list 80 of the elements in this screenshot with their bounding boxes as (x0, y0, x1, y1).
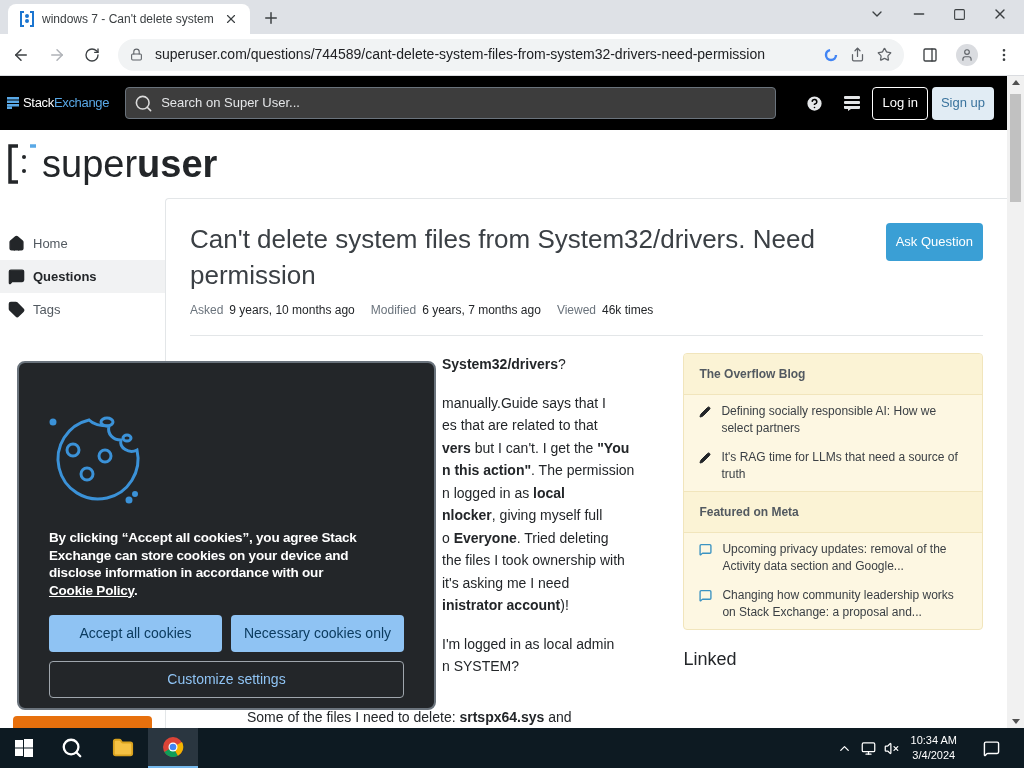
widget-link[interactable]: Changing how community leadership works on Stack Exchange: a proposal and... (722, 587, 967, 621)
inbox-icon[interactable] (843, 94, 862, 113)
restore-icon[interactable] (953, 7, 966, 21)
login-button[interactable]: Log in (872, 86, 928, 120)
nav-item[interactable]: Questions (0, 260, 165, 293)
body-text-line: es that are related to that (442, 416, 598, 435)
cookie-policy-link[interactable]: Cookie Policy (49, 582, 134, 598)
scrollbar[interactable] (1007, 76, 1024, 728)
help-icon[interactable] (805, 93, 825, 113)
widget-link[interactable]: Defining socially responsible AI: How we select partners (721, 403, 967, 437)
browser-tab[interactable]: windows 7 - Can't delete system (8, 4, 250, 34)
side-panel-icon[interactable] (922, 46, 938, 63)
reload-icon[interactable] (84, 46, 100, 63)
cookie-button[interactable]: Necessary cookies only (231, 615, 404, 652)
body-text-line: n logged in as local (442, 483, 565, 503)
widget-heading: The Overflow Blog (684, 354, 982, 395)
stack-exchange-logo[interactable]: StackExchange (7, 93, 110, 113)
meta-value: 46k times (602, 302, 654, 319)
meta-label: Viewed (556, 302, 596, 319)
scroll-down-icon[interactable] (1011, 719, 1020, 724)
cookie-button[interactable]: Accept all cookies (49, 615, 222, 652)
body-text-line: inistrator account)! (442, 596, 569, 615)
tab-title: windows 7 - Can't delete system (42, 11, 215, 28)
widget-heading: Featured on Meta (684, 491, 982, 533)
nav-item[interactable]: Tags (0, 293, 165, 326)
body-text-line: manually.Guide says that I (442, 393, 606, 413)
body-text-line: nlocker, giving myself full (442, 506, 603, 525)
lock-icon (130, 48, 143, 61)
meta-label: Modified (370, 302, 417, 319)
search-icon (134, 93, 154, 113)
body-text-line: it's asking me I need (442, 573, 570, 593)
widget-link[interactable]: It's RAG time for LLMs that need a source of truth (721, 449, 967, 483)
pencil-icon (699, 452, 712, 464)
profile-avatar[interactable] (956, 43, 978, 66)
network-icon[interactable] (860, 740, 876, 756)
question-title: Can't delete system files from System32/drivers. Need permission (190, 223, 816, 292)
search-field[interactable]: Search on Super User... (125, 87, 777, 120)
share-icon[interactable] (850, 47, 865, 62)
site-favicon (20, 11, 34, 27)
tag-icon (8, 301, 25, 318)
body-text-line: vers but I can't. I get the "You (442, 438, 630, 458)
star-icon[interactable] (877, 47, 892, 62)
signup-button[interactable]: Sign up (931, 86, 994, 120)
meta-label: Asked (190, 302, 224, 319)
body-text-line: o Everyone. Tried deleting (442, 528, 609, 548)
url-text: superuser.com/questions/744589/cant-delete-system-files-from-system32-drivers-need-permission (155, 45, 767, 64)
search-icon[interactable] (61, 737, 83, 759)
chrome-icon (162, 736, 184, 758)
body-text-line: I'm logged in as local admin (442, 634, 615, 654)
site-logo[interactable]: superuser (0, 130, 1007, 198)
clock-time[interactable]: 10:34 AM (910, 733, 957, 748)
cookie-notice-text: By clicking “Accept all cookies”, you agree Stack Exchange can store cookies on your device and disclose information in accordance with our Cookie Policy. (49, 529, 358, 599)
close-icon[interactable] (224, 12, 238, 26)
scroll-up-icon[interactable] (1011, 80, 1020, 85)
widget-link[interactable]: Upcoming privacy updates: removal of the Activity data section and Google... (722, 541, 967, 575)
notification-icon[interactable] (983, 739, 1000, 757)
nav-item[interactable]: Home (0, 227, 165, 260)
windows-start-icon[interactable] (15, 739, 33, 757)
meta-value: 9 years, 10 months ago (229, 302, 355, 319)
speech-bubble-icon (699, 543, 713, 556)
clock-date[interactable]: 3/4/2024 (912, 748, 956, 763)
body-text-line: n this action". The permission (442, 461, 635, 480)
home-icon (8, 235, 25, 252)
address-bar[interactable]: superuser.com/questions/744589/cant-delete-system-files-from-system32-drivers-need-permission (118, 38, 904, 71)
cookie-button[interactable]: Customize settings (49, 661, 404, 698)
folder-icon (112, 737, 134, 759)
body-text-line: n SYSTEM? (442, 657, 520, 676)
volume-muted-icon[interactable] (883, 740, 899, 756)
meta-value: 6 years, 7 months ago (422, 302, 541, 319)
search-input[interactable]: Search on Super User... (161, 93, 768, 113)
pencil-icon (699, 406, 712, 418)
body-text-line: the files I took ownership with (442, 551, 625, 570)
new-tab-icon[interactable] (262, 9, 280, 27)
body-text-line: Some of the files I need to delete: srtspx64.sys and (246, 707, 572, 727)
question-bubble-icon (8, 268, 25, 285)
linked-heading: Linked (683, 648, 738, 671)
body-text-line: System32/drivers? (442, 355, 566, 374)
taskbar-app[interactable] (148, 728, 198, 768)
scrollbar-thumb[interactable] (1010, 94, 1021, 202)
speech-bubble-icon (699, 589, 713, 602)
